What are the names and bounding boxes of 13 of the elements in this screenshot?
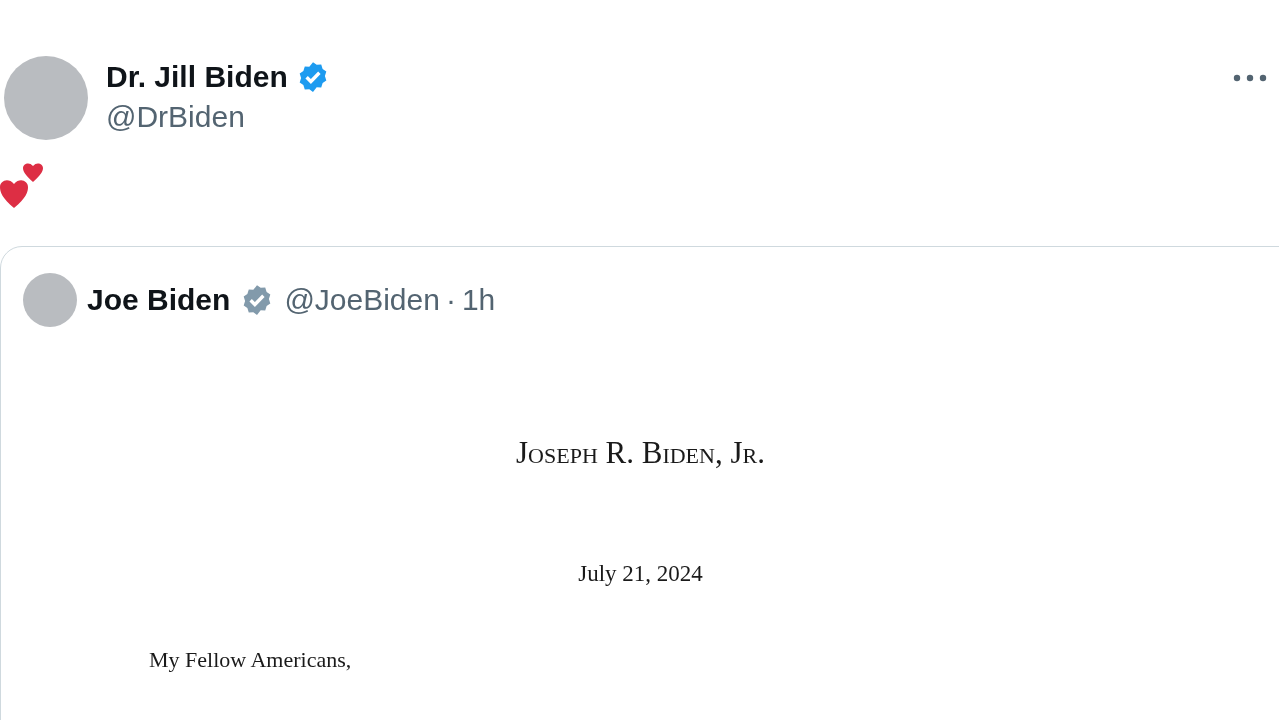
quoted-author-handle: @JoeBiden <box>284 283 440 317</box>
letterhead: Joseph R. Biden, Jr. <box>516 435 765 471</box>
post-time: 1h <box>461 283 496 317</box>
quoted-post-card[interactable]: Joe Biden @JoeBiden · 1h Joseph R. Biden, Jr. July 21, 2024 My Fellow Americans, <box>0 246 1279 720</box>
author-name[interactable]: Dr. Jill Biden <box>106 60 288 94</box>
letter-salutation: My Fellow Americans, <box>149 647 353 673</box>
author-handle[interactable]: @DrBiden <box>106 100 1215 134</box>
avatar[interactable] <box>23 273 77 327</box>
separator-dot: · <box>445 283 456 317</box>
letter-date: July 21, 2024 <box>578 561 703 587</box>
two-hearts-icon <box>0 162 46 210</box>
quoted-author-name: Joe Biden <box>87 283 231 317</box>
more-icon <box>1233 74 1267 82</box>
